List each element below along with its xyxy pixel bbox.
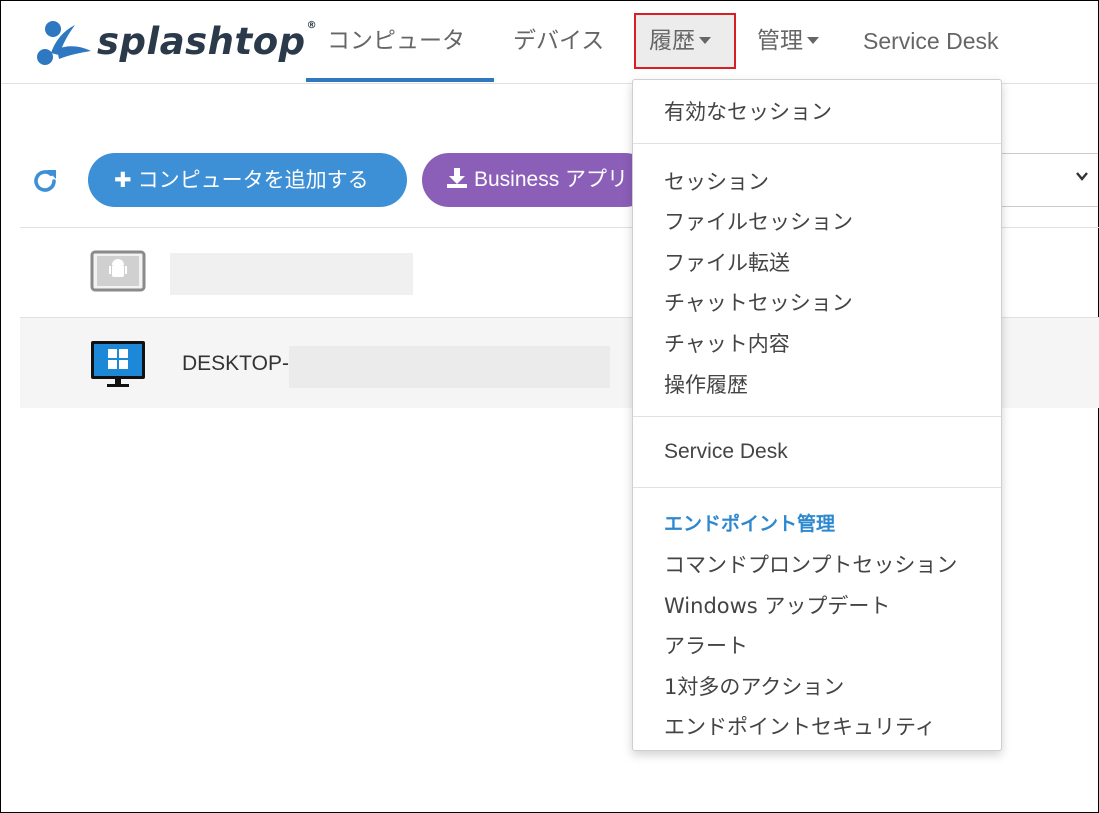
- redacted-device-name: [289, 346, 610, 388]
- filter-select[interactable]: [990, 153, 1098, 207]
- nav-history[interactable]: 履歴: [649, 21, 711, 61]
- nav-management[interactable]: 管理: [757, 21, 819, 61]
- menu-item-operation-history[interactable]: 操作履歴: [664, 369, 748, 399]
- menu-divider: [633, 416, 1001, 417]
- nav-computers[interactable]: コンピュータ: [327, 21, 465, 61]
- download-icon: [447, 168, 467, 188]
- caret-down-icon: [699, 36, 711, 44]
- menu-divider: [633, 143, 1001, 144]
- menu-item-one-to-many-actions[interactable]: 1対多のアクション: [664, 671, 844, 701]
- history-dropdown-menu: 有効なセッション セッション ファイルセッション ファイル転送 チャットセッショ…: [632, 79, 1002, 751]
- android-device-icon: [90, 250, 146, 292]
- menu-item-chat-sessions[interactable]: チャットセッション: [664, 287, 853, 317]
- add-computer-button[interactable]: ✚ コンピュータを追加する: [88, 153, 407, 207]
- menu-item-file-transfer[interactable]: ファイル転送: [664, 247, 790, 277]
- chevron-down-icon: [1076, 172, 1088, 181]
- refresh-icon[interactable]: [30, 166, 60, 196]
- menu-item-sessions[interactable]: セッション: [664, 166, 769, 196]
- redacted-device-name: [170, 253, 413, 295]
- menu-item-windows-update[interactable]: Windows アップデート: [664, 590, 890, 620]
- menu-item-command-prompt-sessions[interactable]: コマンドプロンプトセッション: [664, 549, 957, 579]
- plus-icon: ✚: [114, 168, 132, 192]
- menu-item-endpoint-security[interactable]: エンドポイントセキュリティ: [664, 711, 936, 741]
- windows-monitor-icon: [91, 341, 145, 387]
- nav-service-desk[interactable]: Service Desk: [863, 21, 998, 61]
- menu-item-chat-content[interactable]: チャット内容: [664, 328, 790, 358]
- splashtop-logo-icon: [37, 21, 91, 65]
- caret-down-icon: [807, 36, 819, 44]
- nav-active-underline: [306, 78, 494, 82]
- splashtop-logo[interactable]: splashtop®: [33, 13, 317, 69]
- menu-divider: [633, 487, 1001, 488]
- menu-item-file-sessions[interactable]: ファイルセッション: [664, 206, 853, 236]
- menu-item-service-desk[interactable]: Service Desk: [664, 440, 788, 464]
- menu-item-alerts[interactable]: アラート: [664, 630, 748, 660]
- device-name[interactable]: DESKTOP-: [182, 352, 289, 376]
- menu-section-endpoint-management: エンドポイント管理: [664, 513, 836, 535]
- menu-item-active-sessions[interactable]: 有効なセッション: [664, 96, 832, 126]
- business-app-download-button[interactable]: Business アプリ: [422, 153, 652, 207]
- logo-wordmark: splashtop®: [97, 19, 318, 63]
- top-header: splashtop® コンピュータ デバイス 履歴 管理 Service Des…: [1, 1, 1098, 84]
- nav-devices[interactable]: デバイス: [513, 21, 604, 61]
